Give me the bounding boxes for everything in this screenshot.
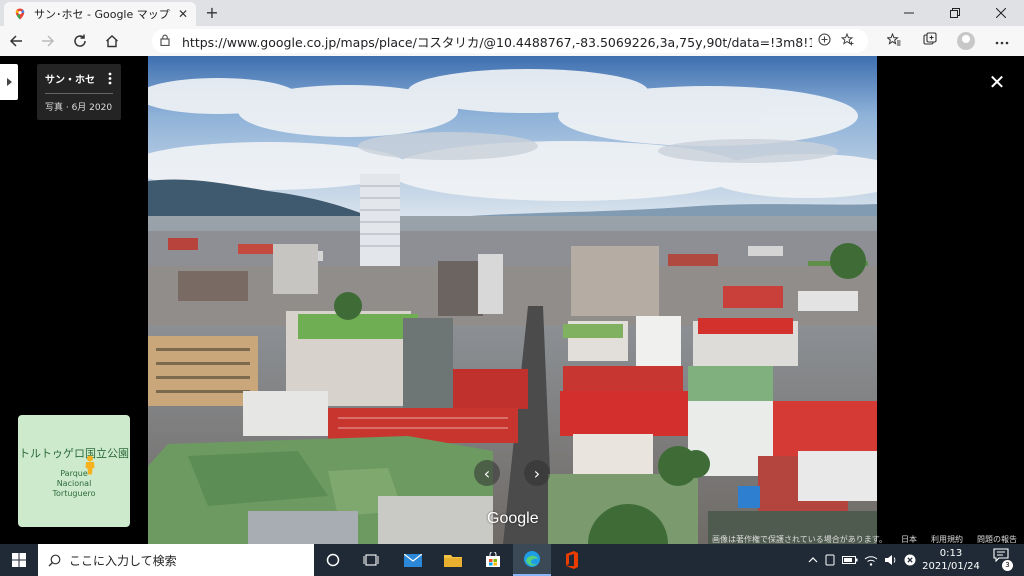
restore-icon [950, 8, 960, 18]
close-window-icon [996, 8, 1006, 18]
lock-icon[interactable] [160, 34, 182, 49]
system-clock[interactable]: 0:13 2021/01/24 [920, 547, 982, 573]
windows-taskbar: ここに入力して検索 0:13 2021/01/24 3 [0, 544, 1024, 576]
minimap[interactable]: トルトゥゲロ国立公園 Parque Nacional Tortuguero [18, 415, 130, 527]
close-viewer-button[interactable]: ✕ [986, 70, 1008, 94]
toolbar-actions [876, 26, 1020, 56]
previous-photo-button[interactable]: ‹ [474, 460, 500, 486]
system-tray [808, 544, 916, 576]
volume-icon[interactable] [884, 554, 898, 566]
back-button[interactable] [0, 26, 32, 56]
search-placeholder: ここに入力して検索 [69, 553, 177, 568]
new-tab-button[interactable]: + [202, 3, 222, 22]
battery-icon[interactable] [842, 555, 858, 565]
close-window-button[interactable] [978, 0, 1024, 26]
more-options-icon[interactable] [984, 33, 1020, 49]
taskbar-mail[interactable] [394, 544, 432, 576]
taskbar-office[interactable] [553, 544, 591, 576]
network-error-icon[interactable] [904, 554, 916, 566]
tab-close-icon[interactable]: ✕ [176, 7, 190, 21]
browser-tab[interactable]: サン･ホセ - Google マップ ✕ [4, 2, 196, 26]
refresh-icon [74, 34, 86, 47]
start-button[interactable] [0, 544, 38, 576]
mail-icon [404, 553, 422, 567]
caret-right-icon [6, 78, 12, 86]
place-card[interactable]: サン・ホセ 写真 · 6月 2020 [37, 64, 121, 120]
vertical-more-icon[interactable] [107, 72, 113, 85]
minimap-label-es: Parque Nacional Tortuguero [18, 469, 130, 499]
place-title: サン・ホセ [45, 75, 95, 86]
divider [45, 93, 113, 94]
collections-icon[interactable] [912, 32, 948, 50]
window-controls [886, 0, 1024, 26]
device-icon[interactable] [824, 554, 836, 566]
cortana-icon [326, 553, 340, 567]
store-icon [486, 552, 500, 567]
google-maps-favicon-icon [15, 8, 25, 20]
arrow-left-icon [9, 35, 22, 47]
favorites-icon[interactable] [876, 32, 912, 50]
taskbar-edge[interactable] [513, 544, 551, 576]
profile-avatar[interactable] [957, 32, 975, 50]
forward-button[interactable] [32, 26, 64, 56]
minimap-label-jp: トルトゥゲロ国立公園 [19, 447, 129, 460]
search-icon [48, 554, 61, 566]
maps-photo-viewer: サン・ホセ 写真 · 6月 2020 ✕ トルトゥゲロ国立公園 Parque N… [0, 56, 1024, 544]
city-photo[interactable] [148, 56, 877, 544]
cortana-button[interactable] [314, 544, 352, 576]
minimize-button[interactable] [886, 0, 932, 26]
address-bar[interactable]: https://www.google.co.jp/maps/place/コスタリ… [152, 29, 868, 53]
notification-count-badge: 3 [1002, 560, 1013, 571]
arrow-right-icon [42, 35, 55, 47]
clock-time: 0:13 [939, 548, 963, 559]
taskbar-store[interactable] [474, 544, 512, 576]
minimap-label-line: Tortuguero [52, 489, 96, 498]
task-view-icon [363, 554, 379, 566]
city-photo-illustration [148, 56, 877, 544]
side-panel-toggle[interactable] [0, 64, 18, 100]
next-photo-button[interactable]: › [524, 460, 550, 486]
pegman-icon[interactable] [83, 455, 97, 475]
taskbar-search[interactable]: ここに入力して検索 [38, 544, 314, 576]
wifi-icon[interactable] [864, 555, 878, 566]
chevron-up-icon[interactable] [808, 557, 818, 563]
action-center-button[interactable]: 3 [988, 548, 1014, 572]
clock-date: 2021/01/24 [922, 561, 980, 572]
zoom-plus-icon[interactable] [812, 32, 836, 50]
browser-toolbar: https://www.google.co.jp/maps/place/コスタリ… [0, 26, 1024, 56]
minimap-label-line: Parque [60, 469, 88, 478]
taskbar-file-explorer[interactable] [434, 544, 472, 576]
office-icon [566, 551, 578, 569]
tab-title: サン･ホセ - Google マップ [34, 8, 170, 21]
edge-icon [524, 551, 540, 567]
url-text[interactable]: https://www.google.co.jp/maps/place/コスタリ… [182, 32, 812, 51]
folder-icon [444, 555, 462, 567]
windows-logo-icon [12, 553, 26, 567]
home-button[interactable] [96, 26, 128, 56]
photo-meta: 写真 · 6月 2020 [45, 103, 113, 113]
google-wordmark: Google [487, 510, 539, 527]
minimize-icon [904, 12, 914, 14]
refresh-button[interactable] [64, 26, 96, 56]
minimap-label-line: Nacional [56, 479, 92, 488]
tab-strip: サン･ホセ - Google マップ ✕ + [0, 0, 1024, 26]
add-favorite-icon[interactable] [836, 32, 860, 50]
task-view-button[interactable] [352, 544, 390, 576]
home-icon [106, 35, 118, 48]
restore-button[interactable] [932, 0, 978, 26]
